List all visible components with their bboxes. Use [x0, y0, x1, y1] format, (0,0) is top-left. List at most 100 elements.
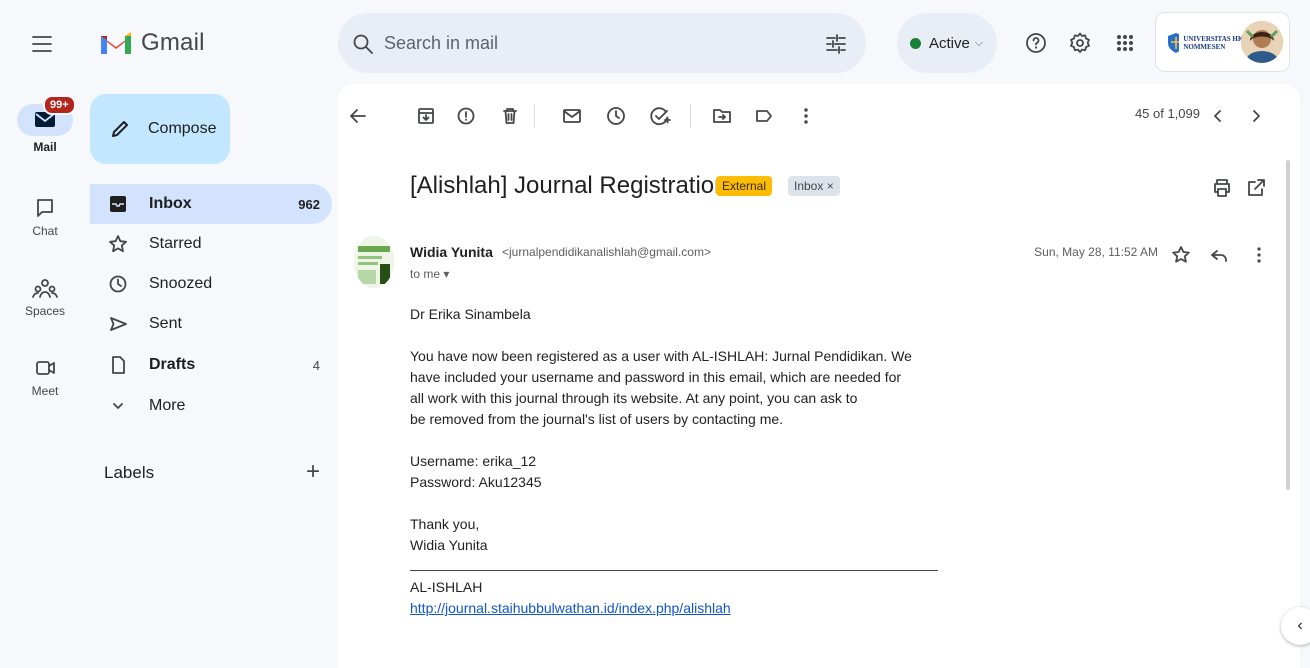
product-name: Gmail [141, 29, 205, 56]
pencil-icon [112, 121, 128, 137]
older-button[interactable] [1244, 104, 1268, 128]
clock-icon [607, 107, 625, 125]
label-icon [756, 110, 772, 122]
body-line: be removed from the journal's list of us… [410, 411, 784, 427]
chevron-left-icon [1214, 110, 1221, 122]
settings-button[interactable] [1068, 31, 1092, 55]
compose-label: Compose [148, 120, 217, 137]
folder-move-icon [713, 109, 731, 123]
greeting: Dr Erika Sinambela [410, 306, 531, 322]
body-line: all work with this journal through its w… [410, 390, 858, 406]
rail-mail-label: Mail [33, 140, 57, 154]
unread-count-badge: 99+ [43, 95, 76, 115]
sidebar-item-label: Inbox [149, 195, 192, 212]
add-task-icon [650, 107, 671, 126]
snooze-button[interactable] [604, 104, 628, 128]
sender-email: <jurnalpendidikanalishlah@gmail.com> [502, 245, 711, 259]
sidebar-item-label: More [149, 397, 186, 414]
hamburger-icon [32, 36, 52, 52]
search-input[interactable]: Search in mail [384, 33, 498, 54]
labels-heading: Labels [104, 463, 155, 482]
rail-chat[interactable]: Chat [15, 196, 75, 238]
more-actions-button[interactable] [794, 104, 818, 128]
star-icon [109, 235, 127, 253]
add-label-button[interactable]: + [306, 458, 320, 486]
search-bar[interactable]: Search in mail [338, 13, 866, 73]
print-button[interactable] [1210, 176, 1234, 200]
reply-button[interactable] [1208, 244, 1230, 266]
newer-button[interactable] [1206, 104, 1230, 128]
more-vert-icon [804, 108, 808, 124]
more-vert-icon [1257, 247, 1261, 263]
envelope-icon [563, 109, 581, 123]
star-button[interactable] [1170, 244, 1192, 266]
scrollbar[interactable] [1286, 160, 1290, 490]
unread-count: 962 [298, 196, 320, 212]
open-in-new-icon [1248, 179, 1265, 196]
sidebar-item-label: Starred [149, 235, 202, 252]
delete-button[interactable] [498, 104, 522, 128]
rail-chat-label: Chat [32, 224, 58, 238]
account-switcher[interactable]: UNIVERSITAS HKBP NOMMESEN [1155, 12, 1290, 72]
compose-button[interactable]: Compose [90, 94, 230, 164]
sender-avatar[interactable] [354, 236, 394, 288]
pagination-text: 45 of 1,099 [1134, 106, 1200, 121]
gmail-logo[interactable]: Gmail [99, 25, 205, 61]
signature-name: AL-ISHLAH [410, 579, 483, 595]
open-new-window-button[interactable] [1244, 176, 1268, 200]
add-to-tasks-button[interactable] [648, 104, 672, 128]
email-date: Sun, May 28, 11:52 AM [1034, 245, 1158, 259]
sidebar-item-inbox[interactable]: Inbox 962 [90, 184, 332, 224]
external-badge: External [716, 176, 773, 196]
rail-spaces[interactable]: Spaces [15, 276, 75, 318]
body-line: have included your username and password… [410, 369, 902, 385]
inbox-label-chip[interactable]: Inbox × [788, 176, 840, 196]
message-more-button[interactable] [1248, 244, 1270, 266]
search-icon[interactable] [352, 33, 374, 55]
print-icon [1214, 179, 1230, 197]
apps-button[interactable] [1113, 31, 1137, 55]
body-line: You have now been registered as a user w… [410, 348, 912, 364]
status-label: Active [929, 34, 970, 52]
report-icon [457, 107, 475, 125]
sidebar-item-more[interactable]: More [90, 386, 332, 426]
sidebar-item-label: Drafts [149, 356, 196, 373]
rail-meet[interactable]: Meet [15, 356, 75, 398]
search-options-icon[interactable] [824, 32, 848, 56]
recipient-details[interactable]: to me ▾ [410, 267, 449, 281]
reply-icon [1211, 250, 1227, 262]
help-button[interactable] [1024, 31, 1048, 55]
archive-button[interactable] [414, 104, 438, 128]
archive-icon [418, 108, 434, 124]
labels-button[interactable] [752, 104, 776, 128]
rail-mail[interactable]: 99+ Mail [15, 95, 76, 154]
status-selector[interactable]: Active ⌵ [897, 13, 997, 73]
main-menu-button[interactable] [22, 24, 62, 64]
plus-icon: + [306, 458, 321, 485]
university-seal-icon [1168, 33, 1180, 53]
rail-meet-label: Meet [31, 384, 59, 398]
signature-link[interactable]: http://journal.staihubbulwathan.id/index… [410, 600, 731, 616]
move-to-button[interactable] [710, 104, 734, 128]
arrow-back-icon [350, 109, 366, 123]
draft-icon [112, 356, 125, 374]
sidebar-item-starred[interactable]: Starred [90, 224, 332, 264]
mark-unread-button[interactable] [560, 104, 584, 128]
sidebar-item-snoozed[interactable]: Snoozed [90, 264, 332, 304]
back-button[interactable] [346, 104, 370, 128]
avatar[interactable] [1241, 21, 1283, 63]
help-icon [1026, 33, 1046, 53]
report-spam-button[interactable] [454, 104, 478, 128]
profile-photo [1241, 21, 1283, 63]
sidebar-item-drafts[interactable]: Drafts 4 [90, 345, 332, 385]
email-subject: [Alishlah] Journal Registration [410, 172, 728, 199]
email-view: 45 of 1,099 [Alishlah] Journal Registrat… [338, 84, 1300, 668]
status-dot [910, 37, 921, 49]
trash-icon [503, 108, 517, 124]
sidebar-item-sent[interactable]: Sent [90, 304, 332, 344]
email-body: Dr Erika Sinambela You have now been reg… [410, 304, 970, 619]
signature-divider [410, 570, 938, 571]
username-line: Username: erika_12 [410, 453, 537, 469]
rail-spaces-label: Spaces [24, 304, 66, 318]
chevron-down-icon [113, 403, 123, 409]
